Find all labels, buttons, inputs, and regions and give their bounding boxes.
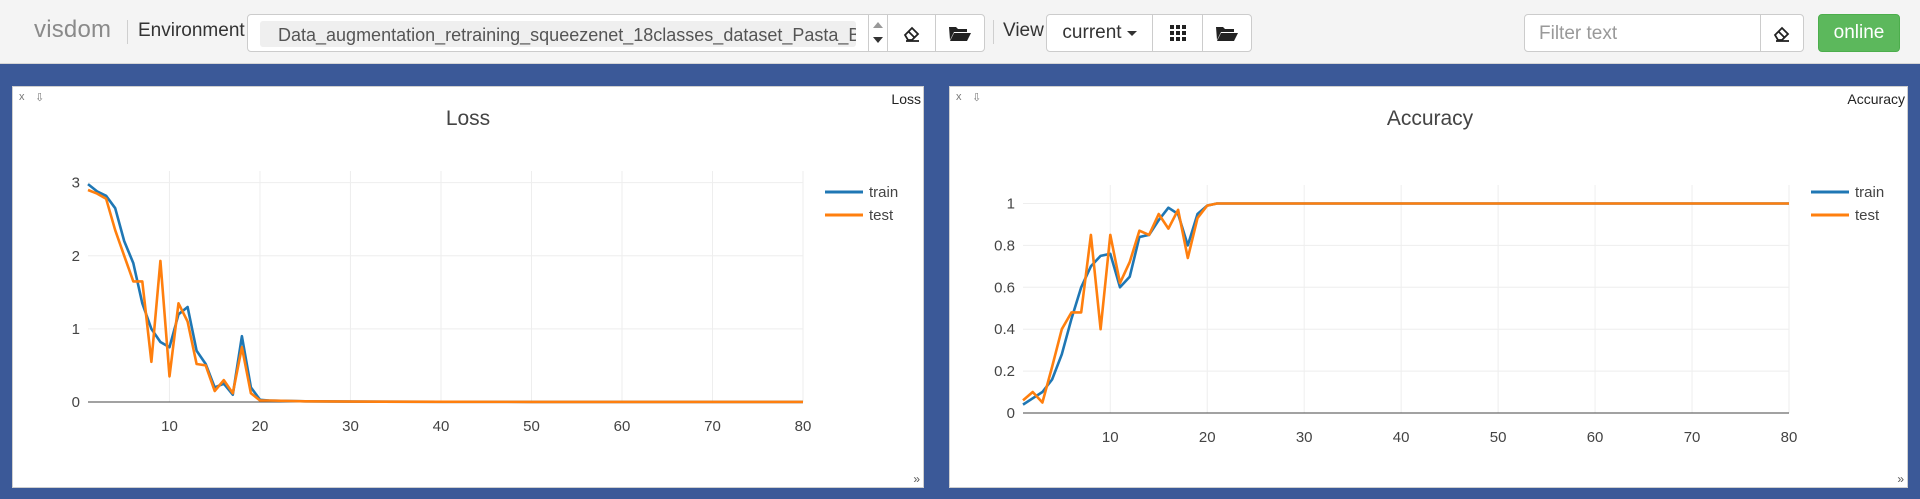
navbar-divider	[993, 20, 994, 44]
resize-handle-icon[interactable]: »	[913, 472, 920, 486]
chart-title: Accuracy	[1387, 107, 1474, 130]
loss-chart: Loss 10 20 30 40 50 60 70 80 0 1 2 3 train test	[72, 107, 899, 435]
grid-icon	[1169, 25, 1186, 41]
folder-open-icon	[949, 27, 971, 41]
x-tick-label: 40	[433, 418, 450, 435]
navbar-divider	[127, 20, 128, 44]
x-tick-label: 80	[1781, 429, 1798, 446]
series-line-test	[87, 188, 803, 404]
loss-plot-window[interactable]: x ⇩ Loss » Loss 10 20 30 40 50 60 70 80 0 1 2 3 train…	[12, 86, 924, 488]
scroll-up-icon[interactable]	[873, 22, 883, 28]
x-tick-label: 10	[1102, 429, 1119, 446]
y-tick-label: 3	[72, 175, 80, 192]
accuracy-chart: Accuracy 10 20 30 40 50 60 70 80 0 0.2 0.4 0.6 0.8 1 tr…	[994, 107, 1884, 446]
series-line-train	[87, 183, 803, 404]
y-tick-label: 0.2	[994, 363, 1015, 380]
y-tick-label: 0.6	[994, 279, 1015, 296]
x-tick-label: 20	[1199, 429, 1216, 446]
online-status-button[interactable]: online	[1818, 14, 1900, 52]
view-label: View	[1003, 20, 1044, 41]
environment-chip[interactable]: Data_augmentation_retraining_squeezenet_…	[260, 21, 856, 47]
environment-scroll-control[interactable]	[869, 14, 887, 52]
filter-text-input[interactable]: Filter text	[1524, 14, 1761, 52]
x-tick-label: 50	[1490, 429, 1507, 446]
legend-label-train: train	[869, 184, 898, 201]
top-navbar: visdom Environment Data_augmentation_ret…	[0, 0, 1920, 64]
caret-down-icon	[1126, 30, 1137, 36]
environment-select[interactable]: Data_augmentation_retraining_squeezenet_…	[247, 14, 869, 52]
x-tick-label: 70	[1684, 429, 1701, 446]
y-tick-label: 1	[72, 321, 80, 338]
environment-value: Data_augmentation_retraining_squeezenet_…	[278, 25, 856, 45]
legend-label-test: test	[869, 207, 894, 224]
x-tick-label: 30	[342, 418, 359, 435]
chart-title: Loss	[446, 107, 490, 130]
resize-handle-icon[interactable]: »	[1897, 472, 1904, 486]
environment-label: Environment	[138, 20, 245, 41]
x-tick-label: 60	[614, 418, 631, 435]
legend-label-test: test	[1855, 207, 1880, 224]
y-tick-label: 0.4	[994, 321, 1015, 338]
y-tick-label: 2	[72, 248, 80, 265]
x-tick-label: 20	[252, 418, 269, 435]
eraser-icon	[903, 26, 919, 42]
x-tick-label: 40	[1393, 429, 1410, 446]
app-brand: visdom	[34, 16, 112, 43]
series-line-test	[1022, 202, 1789, 404]
clear-environment-button[interactable]	[887, 14, 936, 52]
view-value: current	[1062, 22, 1122, 43]
x-tick-label: 10	[161, 418, 178, 435]
x-tick-label: 50	[523, 418, 540, 435]
folder-open-icon	[1216, 27, 1238, 41]
view-dropdown[interactable]: current	[1046, 14, 1153, 52]
eraser-icon	[1773, 26, 1790, 42]
open-environment-button[interactable]	[935, 14, 985, 52]
clear-filter-button[interactable]	[1760, 14, 1804, 52]
y-tick-label: 0.8	[994, 237, 1015, 254]
legend-label-train: train	[1855, 184, 1884, 201]
repack-windows-button[interactable]	[1152, 14, 1203, 52]
y-tick-label: 1	[1007, 195, 1015, 212]
x-tick-label: 70	[704, 418, 721, 435]
y-tick-label: 0	[72, 394, 80, 411]
x-tick-label: 80	[795, 418, 812, 435]
y-tick-label: 0	[1007, 405, 1015, 422]
open-view-button[interactable]	[1202, 14, 1252, 52]
scroll-down-icon[interactable]	[873, 37, 883, 43]
x-tick-label: 60	[1587, 429, 1604, 446]
x-tick-label: 30	[1296, 429, 1313, 446]
accuracy-plot-window[interactable]: x ⇩ Accuracy » Accuracy 10 20 30 40 50 60 70 80 0…	[949, 86, 1908, 488]
